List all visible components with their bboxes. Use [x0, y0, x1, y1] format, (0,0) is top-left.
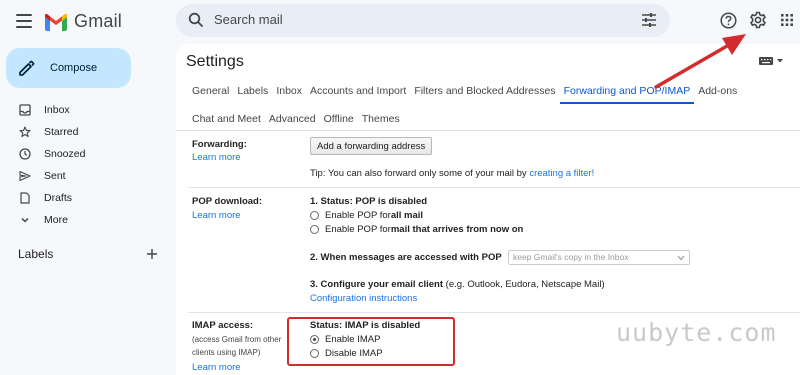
- radio-button[interactable]: [310, 225, 319, 234]
- pop-configure-heading: 3. Configure your email client: [310, 279, 444, 290]
- pop-status: 1. Status: POP is disabled: [310, 196, 428, 207]
- pop-enable-new-bold: mail that arrives from now on: [390, 224, 524, 235]
- pop-learn-more-link[interactable]: Learn more: [192, 210, 241, 221]
- star-icon: [19, 126, 31, 138]
- add-forwarding-address-button[interactable]: Add a forwarding address: [310, 137, 433, 155]
- pop-configure: 3. Configure your email client (e.g. Out…: [310, 279, 605, 290]
- main-menu-icon[interactable]: [16, 14, 32, 28]
- apps-grid-icon[interactable]: [781, 14, 793, 26]
- help-icon[interactable]: [720, 12, 737, 29]
- search-input[interactable]: [214, 12, 614, 27]
- pop-download-label: POP download:: [192, 196, 263, 207]
- gmail-logo[interactable]: Gmail: [44, 11, 122, 32]
- tab-inbox[interactable]: Inbox: [272, 82, 306, 104]
- sidebar-item-drafts[interactable]: Drafts: [0, 187, 170, 209]
- imap-learn-more-link[interactable]: Learn more: [192, 362, 241, 373]
- chevron-down-icon: [677, 255, 685, 261]
- sidebar-item-label: Inbox: [44, 104, 70, 116]
- pop-enable-all-bold: all mail: [390, 210, 424, 221]
- sidebar-item-label: Sent: [44, 170, 66, 182]
- sidebar-item-inbox[interactable]: Inbox: [0, 99, 170, 121]
- pop-action-select[interactable]: keep Gmail's copy in the Inbox: [508, 250, 690, 265]
- tab-labels[interactable]: Labels: [233, 82, 272, 104]
- tab-add-ons[interactable]: Add-ons: [694, 82, 741, 104]
- forwarding-label: Forwarding:: [192, 139, 247, 150]
- tab-general[interactable]: General: [188, 82, 233, 104]
- caret-down-icon: [777, 59, 783, 63]
- imap-note-line1: (access Gmail from other: [192, 335, 282, 344]
- radio-button[interactable]: [310, 211, 319, 220]
- sidebar-item-label: Drafts: [44, 192, 73, 204]
- sidebar-item-starred[interactable]: Starred: [0, 121, 170, 143]
- tab-advanced[interactable]: Advanced: [265, 110, 320, 132]
- tab-forwarding-and-pop-imap[interactable]: Forwarding and POP/IMAP: [559, 82, 695, 104]
- imap-access-label: IMAP access:: [192, 320, 254, 331]
- pop-configure-note: (e.g. Outlook, Eudora, Netscape Mail): [443, 279, 605, 290]
- search-icon[interactable]: [188, 12, 204, 28]
- pop-enable-new-prefix: Enable POP for: [325, 224, 391, 235]
- inbox-icon: [19, 104, 31, 116]
- tabs-divider: [176, 130, 800, 131]
- settings-gear-icon[interactable]: [749, 11, 767, 29]
- sidebar-item-snoozed[interactable]: Snoozed: [0, 143, 170, 165]
- watermark: uubyte.com: [616, 318, 777, 347]
- imap-highlight-box: [287, 317, 455, 366]
- settings-tabs-row-1: General Labels Inbox Accounts and Import Fil…: [188, 82, 741, 104]
- pop-enable-new-radio[interactable]: Enable POP for mail that arrives from no…: [310, 224, 523, 235]
- draft-icon: [20, 192, 30, 204]
- pop-enable-all-prefix: Enable POP for: [325, 210, 391, 221]
- compose-button[interactable]: Compose: [6, 48, 131, 88]
- add-label-icon[interactable]: [146, 248, 158, 260]
- chevron-down-icon: [21, 217, 29, 223]
- section-divider: [188, 312, 800, 313]
- sidebar-item-label: Snoozed: [44, 148, 86, 160]
- input-tools-menu[interactable]: [759, 57, 784, 65]
- gmail-m-icon: [45, 13, 67, 31]
- page-title: Settings: [186, 53, 244, 70]
- tab-chat-and-meet[interactable]: Chat and Meet: [188, 110, 265, 132]
- forwarding-learn-more-link[interactable]: Learn more: [192, 152, 241, 163]
- search-options-icon[interactable]: [641, 13, 657, 27]
- keyboard-icon: [759, 57, 773, 65]
- pencil-icon: [19, 60, 35, 76]
- tab-themes[interactable]: Themes: [358, 110, 404, 132]
- imap-note: (access Gmail from other clients using IM…: [192, 333, 281, 359]
- section-divider: [188, 187, 800, 188]
- tab-filters-and-blocked-addresses[interactable]: Filters and Blocked Addresses: [410, 82, 559, 104]
- sidebar-nav: Inbox Starred Snoozed Sent Drafts More: [0, 99, 170, 231]
- forwarding-tip: Tip: You can also forward only some of y…: [310, 168, 594, 179]
- labels-heading: Labels: [18, 247, 54, 261]
- tab-accounts-and-import[interactable]: Accounts and Import: [306, 82, 410, 104]
- settings-tabs-row-2: Chat and Meet Advanced Offline Themes: [188, 110, 404, 132]
- gmail-wordmark: Gmail: [74, 11, 123, 31]
- pop-when-heading: 2. When messages are accessed with POP: [310, 252, 502, 263]
- pop-action-value: keep Gmail's copy in the Inbox: [513, 252, 629, 262]
- create-filter-link[interactable]: creating a filter!: [529, 168, 594, 179]
- sidebar-item-more[interactable]: More: [0, 209, 170, 231]
- search-bar[interactable]: [176, 4, 670, 37]
- sidebar-item-label: Starred: [44, 126, 79, 138]
- forwarding-tip-text: Tip: You can also forward only some of y…: [310, 168, 530, 179]
- pop-enable-all-radio[interactable]: Enable POP for all mail: [310, 210, 423, 221]
- tab-offline[interactable]: Offline: [320, 110, 358, 132]
- configuration-instructions-link[interactable]: Configuration instructions: [310, 293, 417, 304]
- imap-note-line2: clients using IMAP): [192, 348, 261, 357]
- compose-label: Compose: [50, 62, 98, 74]
- send-icon: [19, 170, 31, 182]
- sidebar-item-sent[interactable]: Sent: [0, 165, 170, 187]
- clock-icon: [19, 148, 31, 160]
- sidebar-item-label: More: [44, 214, 68, 226]
